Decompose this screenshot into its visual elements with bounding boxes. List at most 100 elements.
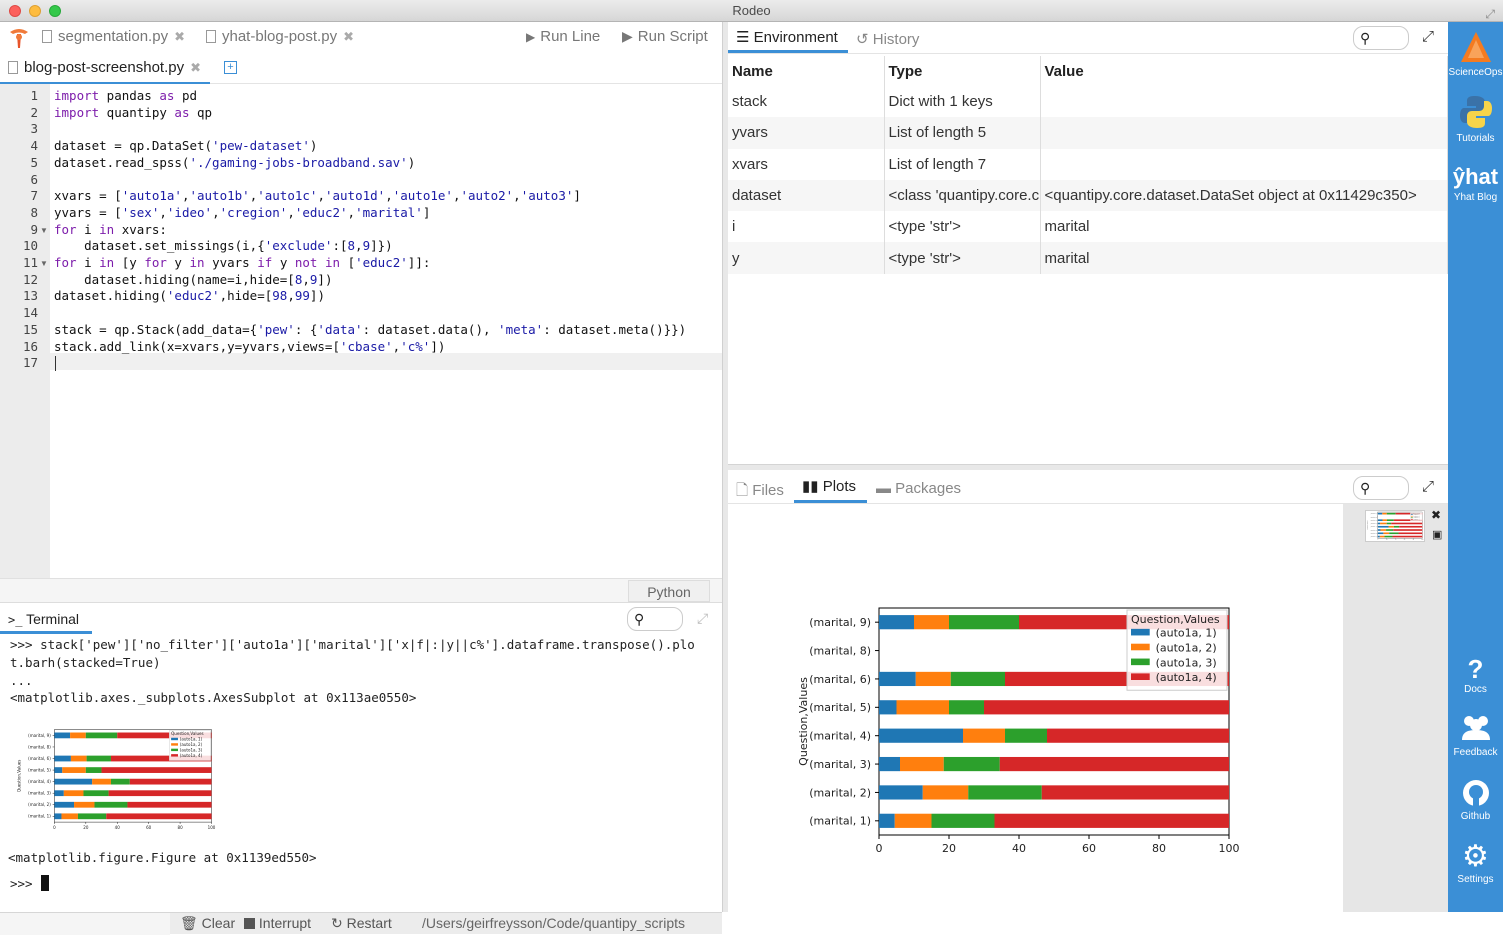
bar-segment (71, 756, 87, 762)
terminal-search-button[interactable]: ⚲ (627, 607, 683, 631)
expand-icon[interactable]: ⤢ (697, 610, 708, 627)
clear-button[interactable]: 🗑 Clear (180, 915, 235, 932)
legend-swatch (1411, 519, 1413, 520)
minimize-window-button[interactable] (29, 5, 41, 17)
terminal-plot-thumbnail: (marital, 1)(marital, 2)(marital, 3)(mar… (14, 726, 216, 832)
zoom-window-button[interactable] (49, 5, 61, 17)
terminal-chart: (marital, 1)(marital, 2)(marital, 3)(mar… (14, 726, 216, 832)
line-number: 3 (0, 121, 38, 138)
table-row[interactable]: dataset<class 'quantipy.core.c<quantipy.… (728, 180, 1448, 211)
plot-thumbnail[interactable]: (marital, 1)(marital, 2)(marital, 3)(mar… (1365, 510, 1425, 542)
legend-swatch (1411, 514, 1413, 515)
bar-segment (1378, 523, 1380, 525)
tab-environment[interactable]: ☰ Environment (736, 28, 838, 46)
y-tick-label: (marital, 3) (809, 758, 871, 771)
terminal-prompt: >>> (10, 875, 33, 892)
plots-search-button[interactable]: ⚲ (1353, 476, 1409, 500)
bar-segment (879, 615, 914, 629)
terminal-footer: 🗑 Clear Interrupt ↻ Restart /Users/geirf… (0, 912, 722, 934)
table-row[interactable]: i<type 'str'>marital (728, 211, 1448, 242)
delete-plot-icon[interactable]: ✖ (1431, 508, 1441, 522)
tab-terminal[interactable]: >_ Terminal (8, 611, 79, 627)
bar-segment (109, 790, 212, 796)
line-number: 10 (0, 238, 38, 255)
working-directory: /Users/geirfreysson/Code/quantipy_script… (422, 915, 685, 931)
column-header-type[interactable]: Type (884, 56, 1040, 86)
line-number: 11 (0, 255, 38, 272)
bar-segment (949, 700, 984, 714)
panel-splitter[interactable] (728, 464, 1448, 470)
fold-arrow-icon[interactable]: ▼ (40, 226, 48, 235)
app-sidebar: ScienceOps Tutorials ŷhat Yhat Blog ? Do… (1448, 22, 1503, 912)
bar-segment (1383, 532, 1389, 534)
legend-swatch (1131, 629, 1150, 636)
bar-segment (1380, 536, 1385, 538)
environment-tabs: ☰ Environment ↺ History ⚲ ⤢ (728, 22, 1448, 54)
table-row[interactable]: xvarsList of length 7 (728, 149, 1448, 180)
bar-segment (900, 757, 944, 771)
bar-segment (1042, 785, 1229, 799)
bar-segment (74, 802, 94, 808)
table-header-row: Name Type Value (728, 56, 1448, 86)
sidebar-item-feedback[interactable]: Feedback (1448, 712, 1503, 758)
code-line: xvars = ['auto1a','auto1b','auto1c','aut… (54, 188, 581, 205)
line-number: 1 (0, 88, 38, 105)
legend-swatch (1411, 516, 1413, 517)
language-indicator[interactable]: Python (628, 580, 710, 602)
expand-icon[interactable]: ⤢ (1422, 478, 1434, 495)
table-row[interactable]: yvarsList of length 5 (728, 117, 1448, 148)
close-tab-icon[interactable]: ✖ (343, 29, 354, 44)
legend-swatch (171, 754, 178, 756)
code-editor[interactable]: 123456789▼1011▼121314151617 import panda… (0, 84, 722, 578)
tab-history[interactable]: ↺ History (856, 30, 919, 48)
close-window-button[interactable] (9, 5, 21, 17)
sidebar-item-yhat-blog[interactable]: ŷhat Yhat Blog (1448, 162, 1503, 203)
bar-segment (963, 729, 1005, 743)
sidebar-item-github[interactable]: Github (1448, 778, 1503, 822)
cell-name: stack (728, 86, 884, 117)
new-tab-icon[interactable]: + (224, 61, 237, 74)
x-tick-label: 100 (208, 825, 216, 830)
fold-arrow-icon[interactable]: ▼ (40, 259, 48, 268)
terminal-output[interactable]: >>> stack['pew']['no_filter']['auto1a'][… (0, 632, 722, 912)
stop-icon (244, 918, 255, 929)
legend-swatch (1411, 517, 1413, 518)
interrupt-button[interactable]: Interrupt (244, 915, 311, 931)
sidebar-item-docs[interactable]: ? Docs (1448, 654, 1503, 695)
line-number: 15 (0, 322, 38, 339)
cell-value: marital (1040, 211, 1448, 242)
column-header-value[interactable]: Value (1040, 56, 1448, 86)
run-script-button[interactable]: ▶Run Script (622, 28, 708, 50)
table-row[interactable]: stackDict with 1 keys (728, 86, 1448, 117)
line-number: 16 (0, 339, 38, 356)
bar-segment (984, 700, 1229, 714)
run-line-button[interactable]: ▶Run Line (526, 28, 600, 50)
file-tab-blog-post-screenshot[interactable]: blog-post-screenshot.py✖ (8, 59, 201, 81)
cell-type: List of length 5 (884, 117, 1040, 148)
terminal-line: >>> stack['pew']['no_filter']['auto1a'][… (10, 636, 695, 653)
tab-packages[interactable]: ▬ Packages (876, 480, 961, 497)
sidebar-item-settings[interactable]: ⚙ Settings (1448, 840, 1503, 885)
environment-search-button[interactable]: ⚲ (1353, 26, 1409, 50)
legend-swatch (1131, 673, 1150, 680)
tab-files[interactable]: 🗋 Files (736, 480, 784, 505)
sidebar-item-scienceops[interactable]: ScienceOps (1448, 30, 1503, 78)
close-tab-icon[interactable]: ✖ (174, 29, 185, 44)
bar-segment (92, 779, 111, 785)
column-header-name[interactable]: Name (728, 56, 884, 86)
table-row[interactable]: y<type 'str'>marital (728, 242, 1448, 273)
save-plot-icon[interactable]: ▣ (1432, 528, 1442, 541)
bar-segment (897, 700, 950, 714)
close-tab-icon[interactable]: ✖ (190, 60, 201, 75)
bar-segment (914, 615, 949, 629)
cell-type: <type 'str'> (884, 242, 1040, 273)
tab-plots[interactable]: ▮▮ Plots (802, 477, 856, 495)
cell-type: <type 'str'> (884, 211, 1040, 242)
restart-button[interactable]: ↻ Restart (331, 915, 392, 932)
sidebar-item-tutorials[interactable]: Tutorials (1448, 94, 1503, 144)
file-tab-segmentation[interactable]: segmentation.py✖ (42, 28, 185, 50)
expand-icon[interactable]: ⤢ (1422, 28, 1434, 45)
file-tab-yhat-blog-post[interactable]: yhat-blog-post.py✖ (206, 28, 354, 50)
file-tab-row-2: blog-post-screenshot.py✖ + (0, 54, 722, 84)
github-icon (1461, 778, 1491, 808)
